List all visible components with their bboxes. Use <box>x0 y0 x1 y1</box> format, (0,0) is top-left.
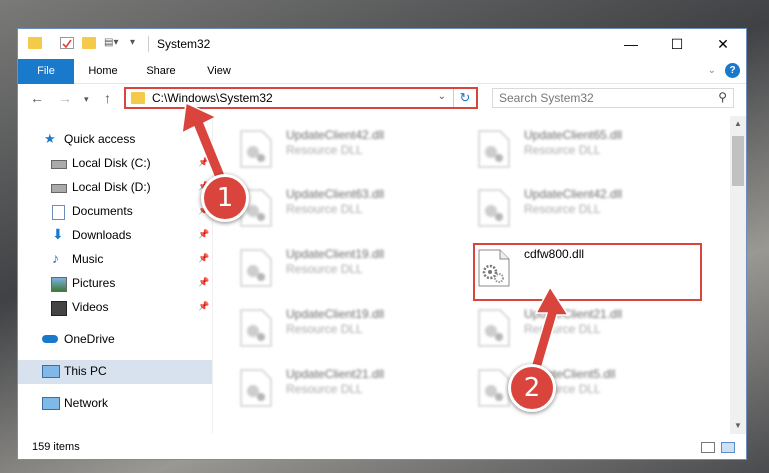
tab-share[interactable]: Share <box>138 59 184 83</box>
expand-ribbon-icon[interactable]: ⌄ <box>708 65 716 76</box>
cloud-icon <box>42 335 58 343</box>
file-item[interactable]: UpdateClient65.dll Resource DLL <box>452 122 682 172</box>
search-icon[interactable]: ⚲ <box>718 90 727 104</box>
scroll-down-icon[interactable]: ▼ <box>730 418 746 434</box>
scroll-up-icon[interactable]: ▲ <box>730 116 746 132</box>
file-name: UpdateClient63.dll <box>286 187 385 201</box>
folder-icon <box>131 92 145 104</box>
sidebar-item-onedrive[interactable]: OneDrive <box>18 328 212 352</box>
sidebar-item-label: Local Disk (C:) <box>72 156 151 170</box>
file-type: Resource DLL <box>286 143 363 157</box>
sidebar-item-label: Documents <box>72 204 133 218</box>
chevron-down-icon[interactable]: ⌄ <box>438 91 446 102</box>
videos-icon <box>51 301 67 316</box>
dll-file-icon <box>478 189 510 227</box>
sidebar-item-pictures[interactable]: Pictures 📌 <box>18 272 212 296</box>
sidebar-item-music[interactable]: ♪ Music 📌 <box>18 248 212 272</box>
drive-icon <box>51 160 67 169</box>
sidebar-item-videos[interactable]: Videos 📌 <box>18 296 212 320</box>
status-bar: 159 items <box>18 434 746 459</box>
file-item[interactable]: UpdateClient19.dll Resource DLL <box>214 301 444 351</box>
star-icon: ★ <box>44 131 56 146</box>
sidebar-item-this-pc[interactable]: This PC <box>18 360 212 384</box>
file-item[interactable]: UpdateClient42.dll Resource DLL <box>452 181 682 231</box>
sidebar-item-label: Downloads <box>72 228 132 242</box>
customize-toolbar-icon[interactable]: ▤▾ <box>104 37 126 49</box>
network-icon <box>42 397 60 410</box>
sidebar-item-label: This PC <box>64 364 107 378</box>
pin-icon: 📌 <box>198 229 210 239</box>
properties-icon[interactable] <box>60 37 74 49</box>
step-1-badge: 1 <box>201 174 249 222</box>
sidebar-item-label: Videos <box>72 300 109 314</box>
file-type: Resource DLL <box>286 262 363 276</box>
file-name: UpdateClient42.dll <box>524 187 623 201</box>
maximize-button[interactable]: ☐ <box>654 29 700 59</box>
title-separator <box>148 36 149 52</box>
dll-file-icon <box>478 130 510 168</box>
file-type: Resource DLL <box>286 382 363 396</box>
tab-home[interactable]: Home <box>80 59 126 83</box>
file-name: UpdateClient19.dll <box>286 307 385 321</box>
back-icon[interactable]: ← <box>30 90 44 106</box>
tab-view[interactable]: View <box>196 59 242 83</box>
dll-file-icon <box>478 369 510 407</box>
new-folder-icon[interactable] <box>82 37 96 49</box>
file-type: Resource DLL <box>286 322 363 336</box>
sidebar-item-label: OneDrive <box>64 332 115 346</box>
sidebar-item-label: Local Disk (D:) <box>72 180 151 194</box>
pin-icon: 📌 <box>198 277 210 287</box>
file-name: UpdateClient65.dll <box>524 128 623 142</box>
dll-file-icon <box>240 369 272 407</box>
download-icon: ⬇ <box>52 226 64 242</box>
file-type: Resource DLL <box>286 202 363 216</box>
documents-icon <box>52 205 65 220</box>
navigation-bar: ← → ▾ ↑ C:\Windows\System32 ⌄ ↻ Search S… <box>18 84 746 116</box>
file-type: Resource DLL <box>524 202 601 216</box>
title-bar: ▤▾ ▾ System32 — ☐ ✕ <box>18 29 746 59</box>
sidebar-item-downloads[interactable]: ⬇ Downloads 📌 <box>18 224 212 248</box>
file-highlight-box <box>473 243 702 301</box>
dll-file-icon <box>240 309 272 347</box>
item-count: 159 items <box>32 441 80 453</box>
help-button[interactable]: ? <box>725 63 740 78</box>
search-input[interactable]: Search System32 ⚲ <box>492 88 734 108</box>
drive-icon <box>51 184 67 193</box>
vertical-scrollbar[interactable]: ▲ ▼ <box>730 116 746 434</box>
file-item[interactable]: UpdateClient19.dll Resource DLL <box>214 241 444 291</box>
close-button[interactable]: ✕ <box>700 29 746 59</box>
pin-icon: 📌 <box>198 253 210 263</box>
chevron-down-icon[interactable]: ▾ <box>130 37 144 49</box>
search-placeholder: Search System32 <box>499 91 594 105</box>
sidebar-item-label: Music <box>72 252 104 266</box>
pictures-icon <box>51 277 67 292</box>
large-icons-view-icon[interactable] <box>721 442 735 453</box>
music-icon: ♪ <box>52 250 59 266</box>
file-name: UpdateClient19.dll <box>286 247 385 261</box>
dll-file-icon <box>240 249 272 287</box>
file-item[interactable]: UpdateClient21.dll Resource DLL <box>214 361 444 411</box>
sidebar-item-network[interactable]: Network <box>18 392 212 416</box>
pin-icon: 📌 <box>198 301 210 311</box>
recent-locations-icon[interactable]: ▾ <box>84 94 89 105</box>
refresh-icon[interactable]: ↻ <box>453 89 476 107</box>
sidebar-item-label: Pictures <box>72 276 116 290</box>
file-name: UpdateClient21.dll <box>286 367 385 381</box>
step-2-badge: 2 <box>508 364 556 412</box>
file-type: Resource DLL <box>524 143 601 157</box>
folder-icon[interactable] <box>28 37 42 49</box>
file-name: UpdateClient42.dll <box>286 128 385 142</box>
ribbon: File Home Share View ⌄ ? <box>18 59 746 109</box>
scrollbar-thumb[interactable] <box>732 136 744 186</box>
details-view-icon[interactable] <box>701 442 715 453</box>
up-icon[interactable]: ↑ <box>104 90 111 106</box>
sidebar-item-label: Network <box>64 396 109 410</box>
sidebar-item-label: Quick access <box>64 132 136 146</box>
computer-icon <box>42 365 60 378</box>
window-title: System32 <box>157 37 211 51</box>
dll-file-icon <box>478 309 510 347</box>
minimize-button[interactable]: — <box>608 29 654 59</box>
forward-icon[interactable]: → <box>58 90 72 106</box>
